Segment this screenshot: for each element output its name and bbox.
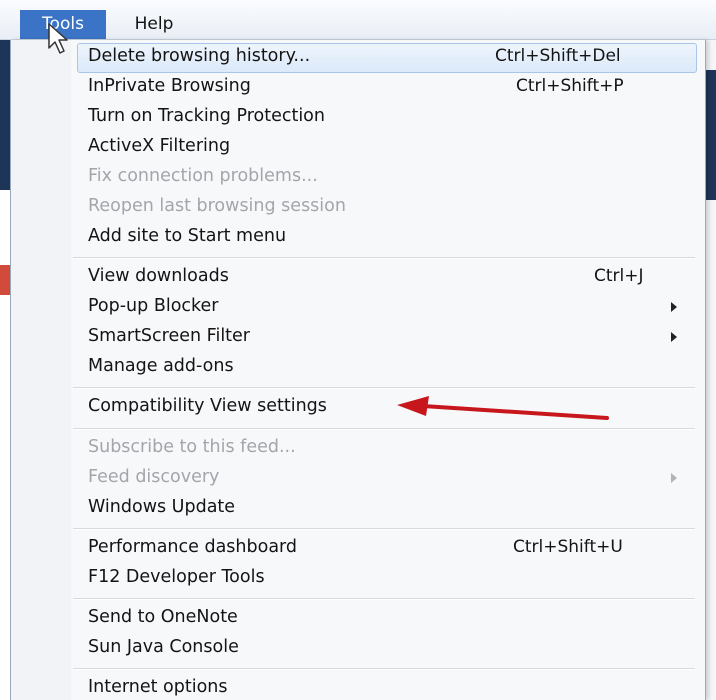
menu-item-reopen-session: Reopen last browsing session [88, 196, 346, 216]
menu-help[interactable]: Help [118, 10, 190, 39]
background-page-right-header [705, 70, 716, 200]
chevron-right-icon [671, 332, 677, 342]
menu-item-popup-blocker[interactable]: Pop-up Blocker [88, 296, 219, 316]
menu-item-internet-options[interactable]: Internet options [88, 677, 228, 697]
menu-separator [73, 668, 695, 670]
menu-item-send-to-onenote[interactable]: Send to OneNote [88, 607, 238, 627]
background-page-accent [0, 265, 10, 295]
tools-dropdown-menu: Delete browsing history... Ctrl+Shift+De… [10, 40, 706, 700]
menu-separator [73, 528, 695, 530]
menu-item-manage-addons[interactable]: Manage add-ons [88, 356, 234, 376]
shortcut-performance-dashboard: Ctrl+Shift+U [513, 537, 623, 557]
menu-item-sun-java-console[interactable]: Sun Java Console [88, 637, 239, 657]
menu-bar: Tools Help [0, 0, 716, 40]
chevron-right-icon [671, 302, 677, 312]
menu-item-feed-discovery: Feed discovery [88, 467, 220, 487]
menu-separator [73, 598, 695, 600]
menu-separator [73, 387, 695, 389]
shortcut-inprivate-browsing: Ctrl+Shift+P [516, 76, 624, 96]
chevron-right-icon [671, 473, 677, 483]
menu-item-inprivate-browsing[interactable]: InPrivate Browsing [88, 76, 251, 96]
menu-item-windows-update[interactable]: Windows Update [88, 497, 235, 517]
menu-item-view-downloads[interactable]: View downloads [88, 266, 229, 286]
menu-separator [73, 428, 695, 430]
red-arrow-icon [397, 396, 609, 420]
menu-item-compatibility-view-settings[interactable]: Compatibility View settings [88, 396, 327, 416]
shortcut-delete-browsing-history: Ctrl+Shift+Del [495, 46, 621, 66]
menu-item-fix-connection: Fix connection problems... [88, 166, 318, 186]
menu-item-f12-developer-tools[interactable]: F12 Developer Tools [88, 567, 265, 587]
menu-item-delete-browsing-history[interactable]: Delete browsing history... [88, 46, 310, 66]
menu-item-performance-dashboard[interactable]: Performance dashboard [88, 537, 297, 557]
mouse-pointer-icon [48, 23, 68, 54]
menu-icon-gutter [11, 40, 71, 700]
menu-separator [73, 257, 695, 259]
shortcut-view-downloads: Ctrl+J [594, 266, 644, 286]
menu-item-tracking-protection[interactable]: Turn on Tracking Protection [88, 106, 325, 126]
menu-item-subscribe-feed: Subscribe to this feed... [88, 437, 296, 457]
menu-item-activex-filtering[interactable]: ActiveX Filtering [88, 136, 230, 156]
menu-item-smartscreen-filter[interactable]: SmartScreen Filter [88, 326, 250, 346]
menu-item-add-site-start-menu[interactable]: Add site to Start menu [88, 226, 286, 246]
